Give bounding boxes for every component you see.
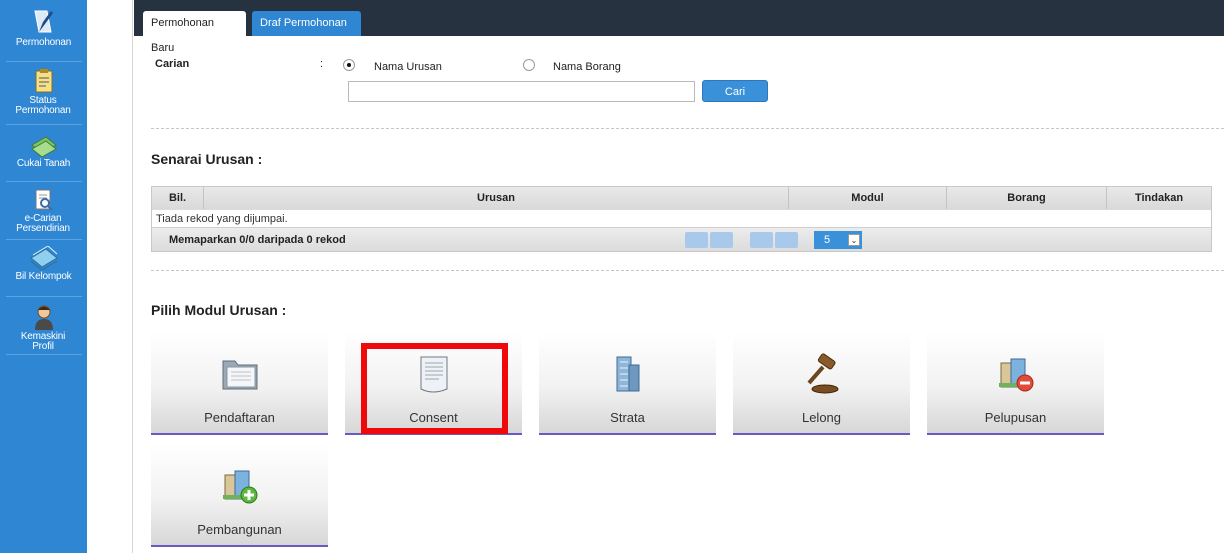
module-tile-pendaftaran[interactable]: Pendaftaran bbox=[151, 331, 328, 435]
divider bbox=[151, 128, 1224, 129]
next-page-button[interactable] bbox=[750, 232, 773, 248]
sidebar-divider bbox=[6, 296, 82, 297]
list-title: Senarai Urusan : bbox=[151, 151, 263, 167]
module-tile-label: Pembangunan bbox=[197, 522, 282, 537]
module-tile-consent[interactable]: Consent bbox=[345, 331, 522, 435]
table-header: Bil. Urusan Modul Borang Tindakan bbox=[152, 187, 1211, 209]
money-stack-icon bbox=[29, 246, 58, 270]
search-input[interactable] bbox=[348, 81, 695, 102]
user-icon bbox=[34, 305, 53, 330]
divider bbox=[151, 270, 1224, 271]
radio-nama-borang-label: Nama Borang bbox=[553, 61, 621, 73]
tab-permohonan-baru[interactable]: Permohonan Baru bbox=[143, 11, 246, 54]
module-tile-label: Consent bbox=[409, 410, 458, 425]
sidebar-divider bbox=[6, 354, 82, 355]
sidebar-item-label: Permohonan bbox=[15, 37, 72, 48]
module-tile-pembangunan[interactable]: Pembangunan bbox=[151, 443, 328, 547]
module-tile-label: Strata bbox=[610, 410, 645, 425]
pagination-info: Memaparkan 0/0 daripada 0 rekod bbox=[169, 234, 346, 246]
search-label: Carian bbox=[155, 58, 190, 70]
building-remove-icon bbox=[999, 358, 1034, 392]
sidebar-divider bbox=[6, 124, 82, 125]
building-add-icon bbox=[223, 470, 258, 504]
gavel-icon bbox=[807, 353, 839, 394]
page-size-value: 5 bbox=[824, 234, 831, 246]
column-header-modul[interactable]: Modul bbox=[789, 187, 947, 209]
module-tile-label: Pendaftaran bbox=[204, 410, 275, 425]
urusan-table: Bil. Urusan Modul Borang Tindakan Tiada … bbox=[151, 186, 1212, 252]
main-content: Permohonan Baru Draf Permohonan Carian :… bbox=[134, 0, 1224, 553]
table-footer: Memaparkan 0/0 daripada 0 rekod 5 ⌄ bbox=[152, 227, 1211, 251]
column-header-borang[interactable]: Borang bbox=[947, 187, 1107, 209]
column-header-bil[interactable]: Bil. bbox=[152, 187, 204, 209]
column-header-tindakan[interactable]: Tindakan bbox=[1107, 187, 1211, 209]
radio-nama-borang[interactable] bbox=[523, 59, 535, 71]
sidebar-item-kemaskini-profil[interactable]: Kemaskini Profil bbox=[0, 304, 87, 352]
building-icon bbox=[616, 356, 640, 392]
empty-message: Tiada rekod yang dijumpai. bbox=[152, 209, 1211, 227]
sidebar-item-bil-kelompok[interactable]: Bil Kelompok bbox=[0, 246, 87, 282]
sidebar-item-cukai-tanah[interactable]: Cukai Tanah bbox=[0, 135, 87, 169]
folder-icon bbox=[222, 360, 258, 390]
sidebar-item-label: e-Carian Persendirian bbox=[16, 213, 70, 234]
document-search-icon bbox=[35, 189, 53, 211]
clipboard-icon bbox=[35, 69, 52, 93]
modules-title: Pilih Modul Urusan : bbox=[151, 302, 287, 318]
document-icon bbox=[420, 356, 448, 393]
last-page-button[interactable] bbox=[775, 232, 798, 248]
sidebar-item-label: Status Permohonan bbox=[15, 95, 71, 116]
money-icon bbox=[30, 136, 57, 157]
module-tile-label: Pelupusan bbox=[984, 410, 1047, 425]
sidebar: Permohonan Status Permohonan Cukai Tanah… bbox=[0, 0, 87, 553]
sidebar-item-permohonan[interactable]: Permohonan bbox=[0, 8, 87, 48]
sidebar-divider bbox=[6, 181, 82, 182]
sidebar-item-label: Kemaskini Profil bbox=[20, 331, 66, 352]
radio-nama-urusan[interactable] bbox=[343, 59, 355, 71]
pen-icon bbox=[33, 10, 53, 33]
module-tile-pelupusan[interactable]: Pelupusan bbox=[927, 331, 1104, 435]
sidebar-item-label: Bil Kelompok bbox=[15, 271, 72, 282]
tab-draf-permohonan[interactable]: Draf Permohonan bbox=[252, 11, 361, 36]
search-button[interactable]: Cari bbox=[702, 80, 768, 102]
search-label-colon: : bbox=[320, 58, 324, 70]
module-tile-strata[interactable]: Strata bbox=[539, 331, 716, 435]
first-page-button[interactable] bbox=[685, 232, 708, 248]
prev-page-button[interactable] bbox=[710, 232, 733, 248]
module-tile-label: Lelong bbox=[801, 410, 842, 425]
page-size-select[interactable]: 5 ⌄ bbox=[814, 231, 862, 249]
sidebar-divider bbox=[6, 239, 82, 240]
sidebar-gutter bbox=[87, 0, 133, 553]
module-tile-lelong[interactable]: Lelong bbox=[733, 331, 910, 435]
sidebar-item-label: Cukai Tanah bbox=[16, 158, 71, 169]
sidebar-item-status-permohonan[interactable]: Status Permohonan bbox=[0, 68, 87, 116]
column-header-urusan[interactable]: Urusan bbox=[204, 187, 789, 209]
sidebar-divider bbox=[6, 61, 82, 62]
sidebar-item-e-carian[interactable]: e-Carian Persendirian bbox=[0, 188, 87, 234]
radio-nama-urusan-label: Nama Urusan bbox=[374, 61, 442, 73]
chevron-down-icon: ⌄ bbox=[848, 234, 860, 246]
tab-bar: Permohonan Baru Draf Permohonan bbox=[134, 0, 1224, 54]
